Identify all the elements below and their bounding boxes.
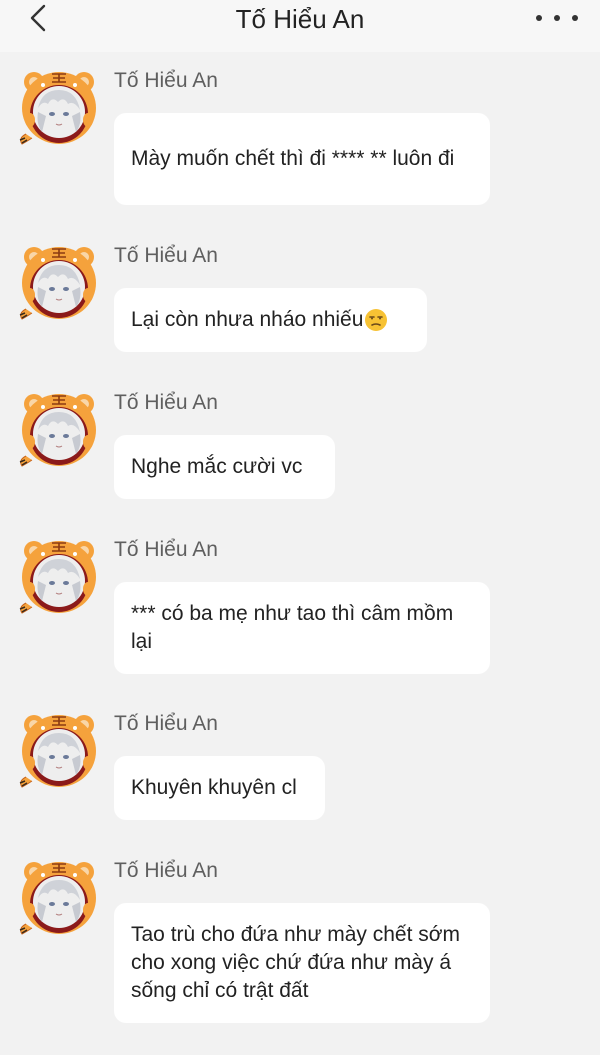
avatar[interactable] <box>16 858 102 938</box>
message-text: *** có ba mẹ như tao thì câm mồm lại <box>131 602 454 653</box>
message-bubble[interactable]: Khuyên khuyên cl <box>114 756 325 820</box>
chat-title: Tố Hiểu An <box>235 4 365 34</box>
sender-name: Tố Hiểu An <box>114 538 218 561</box>
unamused-face-emoji <box>365 309 388 331</box>
sender-name: Tố Hiểu An <box>114 244 218 267</box>
message-bubble[interactable]: Tao trù cho đứa như mày chết sớm cho xon… <box>114 903 490 1023</box>
chat-header: Tố Hiểu An <box>0 0 600 52</box>
sender-name: Tố Hiểu An <box>114 391 218 414</box>
avatar[interactable] <box>16 243 102 323</box>
message-bubble[interactable]: *** có ba mẹ như tao thì câm mồm lại <box>114 582 490 674</box>
sender-name: Tố Hiểu An <box>114 712 218 735</box>
message-bubble[interactable]: Lại còn nhưa nháo nhiếu <box>114 288 427 352</box>
more-options-button[interactable] <box>536 4 578 32</box>
message-bubble[interactable]: Mày muốn chết thì đi **** ** luôn đi <box>114 113 490 205</box>
avatar[interactable] <box>16 537 102 617</box>
sender-name: Tố Hiểu An <box>114 69 218 92</box>
message-text: Tao trù cho đứa như mày chết sớm cho xon… <box>131 923 461 1002</box>
message-bubble[interactable]: Nghe mắc cười vc <box>114 435 335 499</box>
message-text: Mày muốn chết thì đi **** ** luôn đi <box>131 147 455 170</box>
more-horizontal-icon <box>536 15 542 21</box>
message-text: Lại còn nhưa nháo nhiếu <box>131 308 364 331</box>
avatar[interactable] <box>16 68 102 148</box>
message-text: Khuyên khuyên cl <box>131 776 297 799</box>
message-text: Nghe mắc cười vc <box>131 455 303 478</box>
avatar[interactable] <box>16 711 102 791</box>
avatar[interactable] <box>16 390 102 470</box>
sender-name: Tố Hiểu An <box>114 859 218 882</box>
